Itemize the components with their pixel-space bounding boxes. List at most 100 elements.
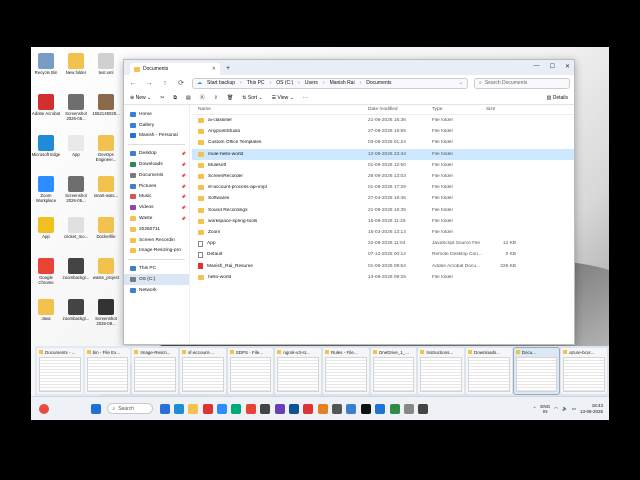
window-thumbnail[interactable]: sf-account-... <box>180 348 226 394</box>
sidebar-item[interactable]: Screen Recordin <box>124 235 189 246</box>
maximize-icon[interactable]: ☐ <box>550 63 555 70</box>
cut-icon[interactable]: ✂ <box>160 95 164 101</box>
desktop-icon[interactable]: Zoom Workplace <box>31 176 61 203</box>
new-button[interactable]: ⊕ New ⌄ <box>130 95 151 101</box>
refresh-icon[interactable]: ⟳ <box>176 79 186 87</box>
taskbar-app-icon[interactable] <box>346 403 357 414</box>
taskbar-app-icon[interactable] <box>217 403 228 414</box>
breadcrumb-item[interactable]: Documents <box>366 80 391 86</box>
file-row[interactable]: ai-classifier 21-06-2026 16:36 File folder <box>192 115 574 126</box>
taskbar-app-icon[interactable] <box>274 403 285 414</box>
copy-icon[interactable]: ⧉ <box>173 95 177 101</box>
window-thumbnail[interactable]: Image-Resizi... <box>132 348 179 394</box>
search-input[interactable]: ⌕ Search Documents <box>474 77 570 89</box>
window-thumbnail[interactable]: SDPS - File... <box>227 348 274 394</box>
volume-icon[interactable]: 🔈 <box>562 406 568 412</box>
start-backup-link[interactable]: Start backup <box>207 80 235 86</box>
start-icon[interactable] <box>91 403 102 414</box>
column-name[interactable]: Name <box>192 107 368 112</box>
window-thumbnail[interactable]: bin - File Ex... <box>84 348 131 394</box>
new-tab-icon[interactable]: + <box>226 65 230 72</box>
breadcrumb-item[interactable]: OS (C:) <box>276 80 293 86</box>
window-thumbnail[interactable]: Docu... <box>512 347 561 395</box>
desktop-icon[interactable]: Dockerfile <box>91 217 121 239</box>
window-thumbnail[interactable]: Documents - ... <box>37 348 83 394</box>
forward-icon[interactable]: → <box>144 80 154 87</box>
file-row[interactable]: Zoom 15-03-2026 13:14 File folder <box>192 227 574 238</box>
chevron-up-icon[interactable]: ⌃ <box>533 406 537 412</box>
file-row[interactable]: mule-hello-world 12-08-2026 23:44 File fol… <box>192 148 574 160</box>
window-thumbnail[interactable]: ngrok-v3-st... <box>275 348 322 394</box>
file-row[interactable]: App 22-09-2026 11:54 JavaScript Source Fil… <box>192 238 574 249</box>
desktop-icon[interactable]: test.xml <box>91 53 121 75</box>
share-icon[interactable]: ⇪ <box>214 95 218 101</box>
taskbar-app-icon[interactable] <box>375 403 386 414</box>
taskbar-app-icon[interactable] <box>317 403 328 414</box>
breadcrumb-item[interactable]: Manish Rai <box>330 80 355 86</box>
file-row[interactable]: sf-account-process-api-impl 01-09-2026 17… <box>192 182 574 193</box>
breadcrumb-item[interactable]: Users <box>305 80 318 86</box>
desktop-icon[interactable]: zoombackgr... <box>61 299 91 321</box>
sidebar-item[interactable]: Music 📌 <box>124 192 189 203</box>
clock[interactable]: 18:43 13-08-2026 <box>580 403 603 415</box>
breadcrumb[interactable]: ☁ Start backup › This PC › OS (C:) › Use… <box>192 77 468 89</box>
close-tab-icon[interactable]: ✕ <box>212 66 216 72</box>
delete-icon[interactable]: 🗑 <box>227 95 233 101</box>
taskbar-app-icon[interactable] <box>288 403 299 414</box>
taskbar-app-icon[interactable] <box>360 403 371 414</box>
file-row[interactable]: Custom Office Templates 03-05-2026 01:24 F… <box>192 137 574 148</box>
file-row[interactable]: Manish_Rai_Resume 01-06-2026 09:54 Adobe A… <box>192 260 574 271</box>
file-row[interactable]: Sound Recordings 21-09-2026 16:35 File fol… <box>192 205 574 216</box>
sidebar-item[interactable]: Manish - Personal <box>124 131 189 142</box>
desktop-icon[interactable]: Adobe Acrobat <box>31 94 61 116</box>
column-size[interactable]: Size <box>486 107 516 112</box>
taskbar-app-icon[interactable] <box>303 403 314 414</box>
close-window-icon[interactable]: ✕ <box>565 63 570 70</box>
battery-icon[interactable]: ▭ <box>572 406 576 412</box>
window-thumbnail[interactable]: OneDrive_1_... <box>370 348 417 394</box>
desktop-icon[interactable]: App <box>31 217 61 239</box>
widgets-icon[interactable] <box>39 403 49 414</box>
window-thumbnail[interactable]: Downloads... <box>466 348 512 394</box>
file-row[interactable]: AnypointStudio 27-08-2026 19:55 File folde… <box>192 126 574 137</box>
file-row[interactable]: ScreenRecorder 26-09-2026 13:03 File folde… <box>192 171 574 182</box>
sidebar-item[interactable]: Downloads 📌 <box>124 159 189 170</box>
file-row[interactable]: Mulesoft 01-09-2026 12:50 File folder <box>192 160 574 171</box>
file-row[interactable]: workspace-spring-tools 16-08-2026 11:26 Fi… <box>192 216 574 227</box>
sidebar-item[interactable]: OS (C:) <box>124 274 189 285</box>
rename-icon[interactable]: Ⓐ <box>200 94 205 101</box>
details-button[interactable]: ▥ Details <box>547 95 568 101</box>
window-thumbnail[interactable]: Rules - File... <box>323 348 369 394</box>
minimize-icon[interactable]: — <box>534 63 540 70</box>
desktop-icon[interactable]: waste_project <box>91 258 121 280</box>
desktop-icon[interactable]: Screenshot 2026-05... <box>61 94 91 121</box>
taskbar-app-icon[interactable] <box>231 403 242 414</box>
taskbar-app-icon[interactable] <box>389 403 400 414</box>
sidebar-item[interactable]: Image-Resizing-pro <box>124 246 189 257</box>
taskbar-app-icon[interactable] <box>159 403 170 414</box>
column-type[interactable]: Type <box>432 107 486 112</box>
paste-icon[interactable]: ▤ <box>186 95 191 101</box>
desktop-icon[interactable]: DevOps Engineer... <box>91 135 121 162</box>
taskbar-app-icon[interactable] <box>403 403 414 414</box>
window-thumbnail[interactable]: Instructions... <box>418 348 465 394</box>
sidebar-item[interactable]: This PC <box>124 263 189 274</box>
desktop-icon[interactable]: App <box>61 135 91 157</box>
wifi-icon[interactable]: ◠ <box>554 406 558 412</box>
sidebar-item[interactable]: 20260711 <box>124 224 189 235</box>
up-icon[interactable]: ↑ <box>160 80 170 87</box>
window-thumbnail[interactable]: azure-bcor... <box>561 348 608 394</box>
sidebar-item[interactable]: Network <box>124 285 189 296</box>
sort-button[interactable]: ⇅ Sort ⌄ <box>242 95 262 101</box>
more-options-icon[interactable]: ··· <box>303 95 308 101</box>
taskbar-app-icon[interactable] <box>173 403 184 414</box>
taskbar-app-icon[interactable] <box>332 403 343 414</box>
sidebar-item[interactable]: Gallery <box>124 120 189 131</box>
taskbar-app-icon[interactable] <box>245 403 256 414</box>
desktop-icon[interactable]: Google Chrome <box>31 258 61 285</box>
sidebar-item[interactable]: Home <box>124 109 189 120</box>
file-row[interactable]: Default 07-12-2025 00:12 Remote Desktop Co… <box>192 249 574 260</box>
sidebar-item[interactable]: Pictures 📌 <box>124 181 189 192</box>
desktop-icon[interactable]: zoombackgr... <box>61 258 91 280</box>
desktop-icon[interactable]: Microsoft Edge <box>31 135 61 157</box>
